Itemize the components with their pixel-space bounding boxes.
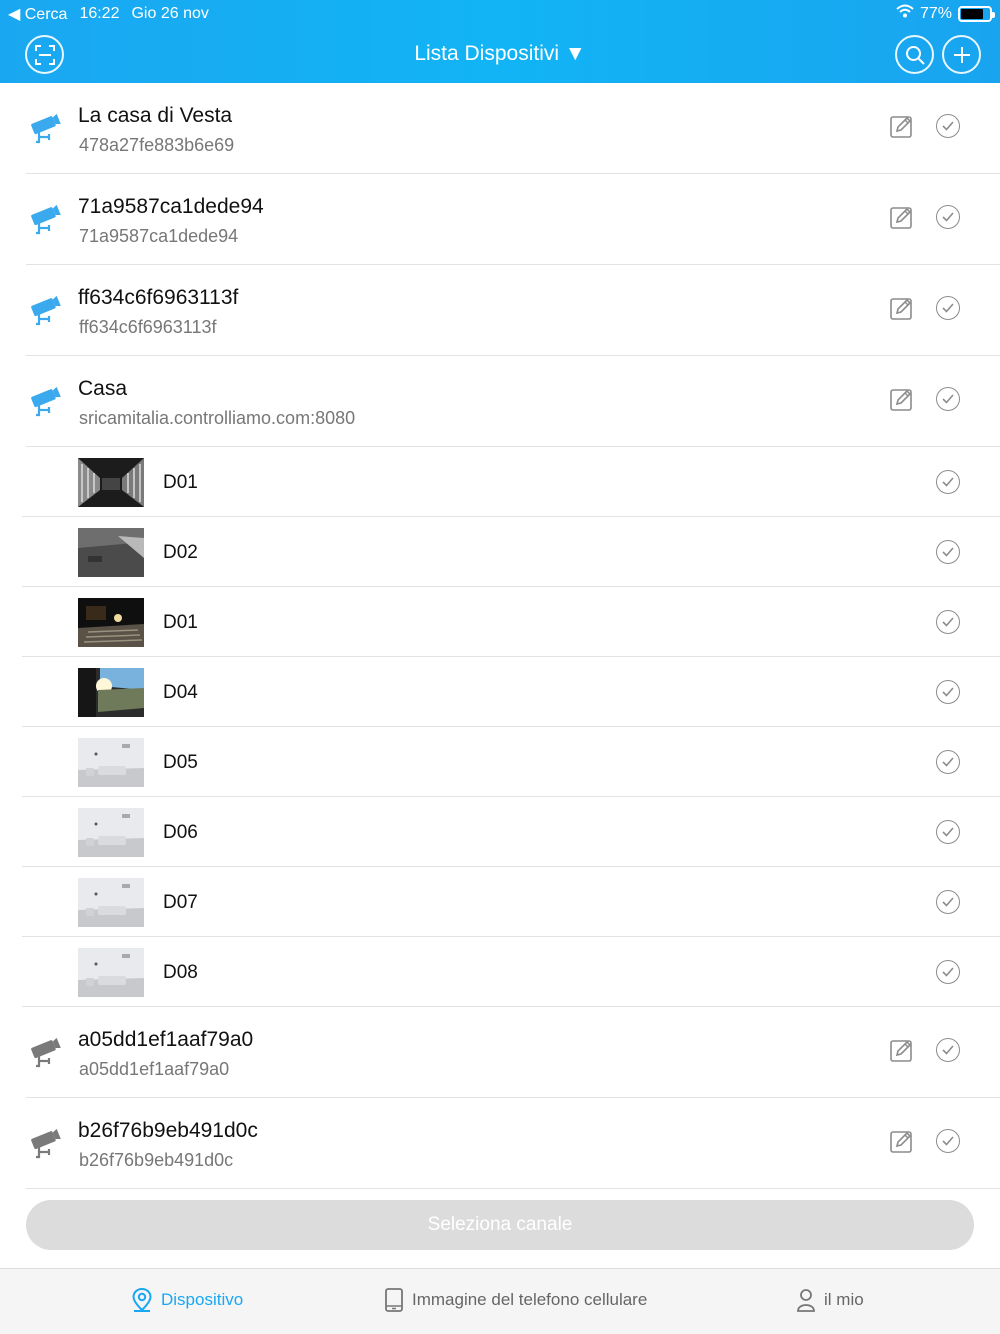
device-id: 478a27fe883b6e69: [79, 135, 235, 155]
tab-devices-label: Dispositivo: [161, 1290, 244, 1309]
select-channel-button[interactable]: Seleziona canale: [26, 1200, 974, 1250]
select-check-icon[interactable]: [936, 750, 960, 774]
page-title[interactable]: Lista Dispositivi ▼: [0, 42, 1000, 66]
device-name: La casa di Vesta: [78, 104, 233, 127]
device-row[interactable]: a05dd1ef1aaf79a0 a05dd1ef1aaf79a0: [0, 1007, 1000, 1098]
tab-bar: Dispositivo Immagine del telefono cellul…: [0, 1268, 1000, 1334]
battery-icon: [958, 5, 995, 22]
device-row[interactable]: b26f76b9eb491d0c b26f76b9eb491d0c: [0, 1098, 1000, 1189]
plus-icon: [953, 46, 970, 63]
channel-thumbnail: [78, 948, 144, 997]
app-header: ◀ Cerca 16:22 Gio 26 nov 77% Lista Dispo…: [0, 0, 1000, 83]
channel-thumbnail: [78, 528, 144, 577]
edit-icon[interactable]: [889, 1129, 914, 1154]
select-check-icon[interactable]: [936, 1038, 960, 1062]
row-divider: [26, 1188, 1000, 1189]
channel-thumbnail: [78, 668, 144, 717]
battery-percent: 77%: [919, 4, 952, 22]
status-time: 16:22: [79, 5, 120, 22]
device-name: b26f76b9eb491d0c: [78, 1119, 258, 1142]
select-check-icon[interactable]: [936, 890, 960, 914]
edit-icon[interactable]: [889, 205, 914, 230]
channel-thumbnail: [78, 808, 144, 857]
select-check-icon[interactable]: [936, 610, 960, 634]
select-check-icon[interactable]: [936, 296, 960, 320]
select-check-icon[interactable]: [936, 1129, 960, 1153]
device-row[interactable]: 71a9587ca1dede94 71a9587ca1dede94: [0, 174, 1000, 265]
device-name: 71a9587ca1dede94: [78, 195, 264, 218]
edit-icon[interactable]: [889, 1038, 914, 1063]
select-check-icon[interactable]: [936, 387, 960, 411]
device-name: ff634c6f6963113f: [78, 286, 239, 309]
select-check-icon[interactable]: [936, 205, 960, 229]
device-id: b26f76b9eb491d0c: [79, 1150, 234, 1170]
channel-name: D01: [163, 612, 198, 633]
channel-name: D06: [163, 822, 198, 843]
channel-row[interactable]: D07: [0, 867, 1000, 937]
tablet-icon: [385, 1288, 403, 1312]
camera-icon: [27, 1126, 63, 1162]
user-icon: [797, 1289, 815, 1312]
camera-icon: [27, 202, 63, 238]
channel-row[interactable]: D02: [0, 517, 1000, 587]
status-bar: ◀ Cerca 16:22 Gio 26 nov 77%: [0, 0, 1000, 26]
channel-thumbnail: [78, 878, 144, 927]
camera-icon: [27, 111, 63, 147]
device-list: La casa di Vesta 478a27fe883b6e69 71a958…: [0, 83, 1000, 1189]
device-id: sricamitalia.controlliamo.com:8080: [79, 408, 356, 428]
add-device-button[interactable]: [942, 35, 981, 74]
camera-icon: [27, 384, 63, 420]
channel-row[interactable]: D01: [0, 447, 1000, 517]
search-button[interactable]: [895, 35, 934, 74]
tab-my[interactable]: il mio: [796, 1287, 864, 1313]
battery-fill: [961, 8, 983, 19]
select-check-icon[interactable]: [936, 960, 960, 984]
channel-name: D01: [163, 472, 198, 493]
channel-name: D04: [163, 682, 198, 703]
device-row[interactable]: ff634c6f6963113f ff634c6f6963113f: [0, 265, 1000, 356]
channel-thumbnail: [78, 598, 144, 647]
device-name: a05dd1ef1aaf79a0: [78, 1028, 254, 1051]
tab-phone-images-label: Immagine del telefono cellulare: [412, 1290, 648, 1309]
select-check-icon[interactable]: [936, 680, 960, 704]
status-date: Gio 26 nov: [131, 5, 209, 22]
channel-name: D02: [163, 542, 198, 563]
channel-row[interactable]: D04: [0, 657, 1000, 727]
edit-icon[interactable]: [889, 296, 914, 321]
tab-phone-images[interactable]: Immagine del telefono cellulare: [384, 1287, 647, 1313]
search-icon: [905, 45, 925, 65]
camera-icon: [27, 293, 63, 329]
edit-icon[interactable]: [889, 387, 914, 412]
channel-name: D08: [163, 962, 198, 983]
camera-icon: [27, 1035, 63, 1071]
channel-row[interactable]: D06: [0, 797, 1000, 867]
select-check-icon[interactable]: [936, 820, 960, 844]
channel-name: D07: [163, 892, 198, 913]
tab-devices[interactable]: Dispositivo: [131, 1287, 243, 1313]
device-name: Casa: [78, 377, 128, 400]
channel-name: D05: [163, 752, 198, 773]
device-id: ff634c6f6963113f: [79, 317, 217, 337]
select-check-icon[interactable]: [936, 540, 960, 564]
device-id: 71a9587ca1dede94: [79, 226, 239, 246]
device-row[interactable]: Casa sricamitalia.controlliamo.com:8080: [0, 356, 1000, 447]
device-row[interactable]: La casa di Vesta 478a27fe883b6e69: [0, 83, 1000, 174]
channel-row[interactable]: D05: [0, 727, 1000, 797]
channel-thumbnail: [78, 458, 144, 507]
back-to-search-link[interactable]: ◀ Cerca: [8, 4, 67, 24]
wifi-icon: [896, 4, 914, 23]
select-check-icon[interactable]: [936, 470, 960, 494]
channel-row[interactable]: D01: [0, 587, 1000, 657]
device-id: a05dd1ef1aaf79a0: [79, 1059, 230, 1079]
tab-my-label: il mio: [824, 1290, 864, 1309]
location-pin-icon: [132, 1287, 152, 1312]
select-check-icon[interactable]: [936, 114, 960, 138]
channel-thumbnail: [78, 738, 144, 787]
channel-row[interactable]: D08: [0, 937, 1000, 1007]
edit-icon[interactable]: [889, 114, 914, 139]
